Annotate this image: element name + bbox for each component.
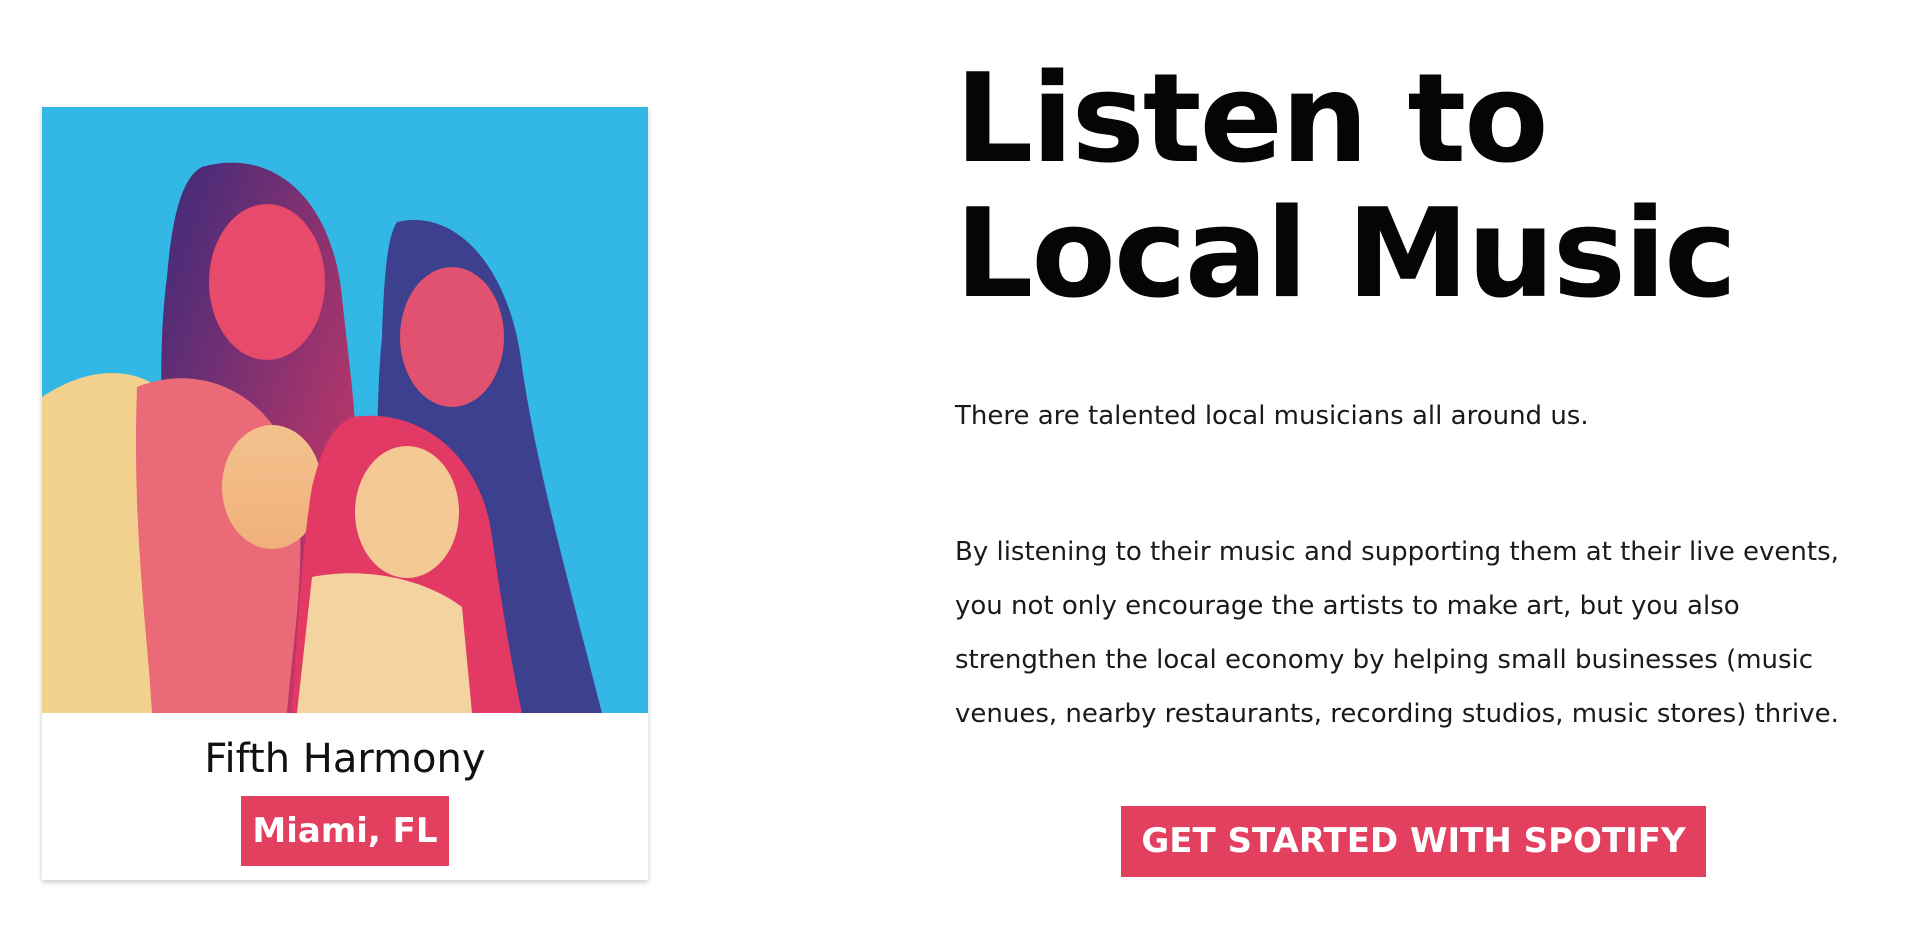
artist-card[interactable]: Fifth Harmony Miami, FL <box>42 107 648 880</box>
artist-photo-illustration <box>42 107 648 713</box>
get-started-spotify-button[interactable]: GET STARTED WITH SPOTIFY <box>1121 806 1706 877</box>
body-paragraph: By listening to their music and supporti… <box>955 537 1839 729</box>
landing-page: Fifth Harmony Miami, FL Listen to Local … <box>0 0 1920 935</box>
artist-location-badge: Miami, FL <box>241 796 449 866</box>
page-headline: Listen to Local Music <box>955 48 1737 326</box>
artist-photo <box>42 107 648 713</box>
intro-paragraph: There are talented local musicians all a… <box>955 401 1589 431</box>
artist-name: Fifth Harmony <box>204 736 486 782</box>
